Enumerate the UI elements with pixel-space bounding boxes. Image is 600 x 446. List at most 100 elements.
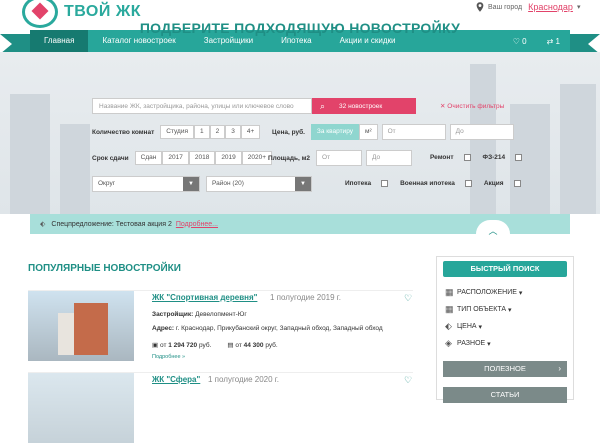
- military-mortgage-checkbox[interactable]: [464, 180, 472, 187]
- price-per-flat[interactable]: За квартиру: [310, 124, 359, 140]
- quick-search-sidebar: БЫСТРЫЙ ПОИСК ▦ РАСПОЛОЖЕНИЕ ▾ ▦ ТИП ОБЪЕК…: [436, 256, 574, 403]
- qs-location[interactable]: ▦ РАСПОЛОЖЕНИЕ ▾: [445, 287, 522, 298]
- deadline-label: Срок сдачи: [92, 154, 129, 162]
- qs-object-type-label: ТИП ОБЪЕКТА: [457, 306, 507, 313]
- rooms-studio[interactable]: Студия: [160, 125, 195, 139]
- compare-button[interactable]: ⇄ 1: [537, 37, 570, 46]
- price-m2-prefix: от: [235, 341, 242, 349]
- map-icon: ▦: [445, 287, 454, 297]
- rooms-4plus[interactable]: 4+: [240, 125, 261, 139]
- search-input[interactable]: Название ЖК, застройщика, района, улицы …: [92, 98, 312, 114]
- search-icon: ⌕: [320, 100, 326, 111]
- listing-title[interactable]: ЖК "Спортивная деревня": [152, 293, 257, 302]
- chevron-up-icon: ︿: [488, 226, 498, 236]
- area-select-value: Район (20): [212, 180, 244, 187]
- promo-link[interactable]: Подробнее...: [176, 221, 218, 228]
- city-selector[interactable]: Ваш город Краснодар ▾: [476, 2, 580, 12]
- listing-card: ЖК "Сфера" 1 полугодие 2020 г. ♡: [28, 372, 413, 446]
- city-label: Ваш город: [488, 3, 523, 11]
- area-from-input[interactable]: От: [316, 150, 363, 166]
- clear-filters-label: Очистить фильтры: [447, 103, 505, 110]
- listing-title[interactable]: ЖК "Сфера": [152, 375, 200, 384]
- area-select[interactable]: Район (20) ▼: [206, 176, 312, 192]
- listing-thumbnail[interactable]: [28, 291, 134, 361]
- price-to-input[interactable]: До: [449, 124, 514, 140]
- quick-search-button[interactable]: БЫСТРЫЙ ПОИСК: [443, 261, 567, 277]
- repair-checkbox[interactable]: [463, 154, 471, 161]
- price-total: 1 294 720: [168, 341, 198, 349]
- heart-icon: ♡: [512, 36, 520, 46]
- area-to-input[interactable]: До: [366, 150, 413, 166]
- listing-date: 1 полугодие 2020 г.: [208, 375, 279, 384]
- qs-misc[interactable]: ◈ РАЗНОЕ ▾: [445, 338, 491, 349]
- deadline-done[interactable]: Сдан: [134, 151, 163, 165]
- listing-more-link[interactable]: Подробнее »: [152, 354, 185, 360]
- price-per-m2[interactable]: м²: [358, 124, 378, 140]
- search-button[interactable]: ⌕ 32 новостроек: [312, 98, 416, 114]
- bg-building: [10, 94, 50, 214]
- district-select[interactable]: Округ ▼: [92, 176, 200, 192]
- logo-text: ТВОЙ ЖК: [64, 3, 142, 20]
- listing-card: ЖК "Спортивная деревня" 1 полугодие 2019…: [28, 290, 413, 364]
- bg-building: [60, 124, 90, 214]
- price-prefix: от: [159, 341, 167, 349]
- repair-label: Ремонт: [430, 154, 454, 161]
- promo-text: Тестовая акция 2: [115, 220, 172, 228]
- fz-label: ФЗ-214: [482, 154, 506, 161]
- promo-filter-label: Акция: [483, 180, 504, 187]
- mortgage-label: Ипотека: [345, 180, 372, 187]
- mortgage-checkbox[interactable]: [381, 180, 389, 187]
- tag-icon: ⬖: [445, 321, 452, 331]
- ruler-icon: ▤: [227, 342, 234, 349]
- district-select-value: Округ: [98, 180, 116, 187]
- hero-title: ПОДБЕРИТЕ ПОДХОДЯЩУЮ НОВОСТРОЙКУ: [139, 20, 461, 36]
- military-mortgage-label: Военная ипотека: [400, 180, 455, 187]
- address-label: Адрес:: [152, 325, 175, 332]
- price-m2-unit: руб.: [265, 341, 278, 349]
- listing-developer: Застройщик: Девелопмент-Юг: [152, 311, 247, 318]
- popular-listings-title: ПОПУЛЯРНЫЕ НОВОСТРОЙКИ: [28, 263, 181, 274]
- clear-filters-link[interactable]: ✕ Очистить фильтры: [440, 102, 504, 110]
- city-name[interactable]: Краснодар: [528, 2, 573, 12]
- compare-icon: ⇄: [546, 36, 554, 46]
- qs-object-type[interactable]: ▦ ТИП ОБЪЕКТА ▾: [445, 304, 512, 315]
- developer-name: Девелопмент-Юг: [195, 311, 247, 318]
- chevron-right-icon: ›: [558, 364, 561, 373]
- tag-icon: ⬖: [40, 221, 46, 228]
- articles-button[interactable]: СТАТЬИ: [443, 387, 567, 403]
- deadline-2019[interactable]: 2019: [215, 151, 242, 165]
- chevron-down-icon: ▾: [576, 4, 581, 11]
- rooms-2[interactable]: 2: [209, 125, 226, 139]
- useful-button[interactable]: ПОЛЕЗНОЕ ›: [443, 361, 567, 377]
- chevron-down-icon: ▼: [295, 177, 311, 191]
- deadline-filter: Срок сдачи Сдан 2017 2018 2019 2020+: [92, 151, 273, 165]
- qs-misc-label: РАЗНОЕ: [457, 340, 486, 347]
- price-unit: руб.: [198, 341, 212, 349]
- chevron-down-icon: ▼: [183, 177, 199, 191]
- listing-thumbnail[interactable]: [28, 373, 134, 443]
- qs-price[interactable]: ⬖ ЦЕНА ▾: [445, 321, 482, 332]
- listing-date: 1 полугодие 2019 г.: [270, 293, 341, 302]
- bg-building: [560, 84, 596, 214]
- collapse-filters-button[interactable]: ︿: [476, 220, 510, 240]
- rooms-1[interactable]: 1: [194, 125, 210, 139]
- rooms-label: Количество комнат: [92, 128, 155, 136]
- wallet-icon: ▣: [152, 342, 159, 349]
- qs-price-label: ЦЕНА: [457, 323, 477, 330]
- grid-icon: ▦: [445, 304, 454, 314]
- articles-label: СТАТЬИ: [490, 390, 520, 399]
- favorite-heart-icon[interactable]: ♡: [404, 293, 412, 304]
- favorite-heart-icon[interactable]: ♡: [404, 375, 412, 386]
- fz-checkbox[interactable]: [515, 154, 523, 161]
- useful-label: ПОЛЕЗНОЕ: [484, 364, 526, 373]
- favorites-button[interactable]: ♡ 0: [503, 37, 537, 46]
- deadline-2018[interactable]: 2018: [188, 151, 216, 165]
- rooms-filter: Количество комнат Студия 1 2 3 4+: [92, 125, 261, 139]
- area-label: Площадь, м2: [268, 154, 311, 162]
- price-from-input[interactable]: От: [381, 124, 446, 140]
- rooms-3[interactable]: 3: [225, 125, 241, 139]
- promo-checkbox[interactable]: [513, 180, 521, 187]
- listing-prices: ▣ от 1 294 720 руб. ▤ от 44 300 руб.: [152, 341, 278, 350]
- location-pin-icon: [476, 2, 484, 12]
- deadline-2017[interactable]: 2017: [162, 151, 189, 165]
